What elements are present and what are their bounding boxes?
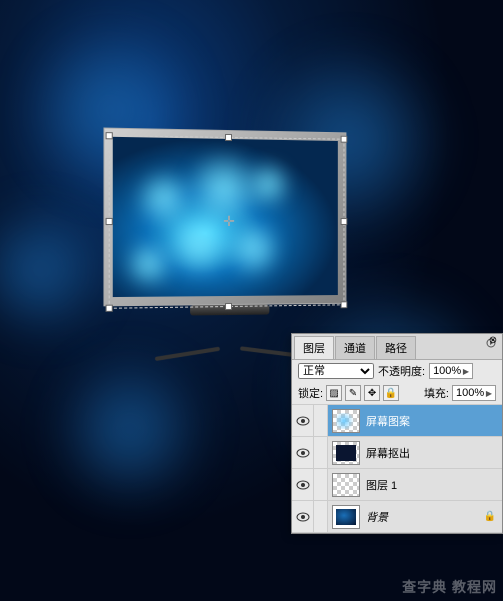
layer-row[interactable]: 屏幕图案 bbox=[292, 405, 502, 437]
tab-channels[interactable]: 通道 bbox=[335, 336, 375, 359]
monitor-graphic bbox=[103, 127, 351, 362]
layer-thumbnail[interactable] bbox=[332, 441, 360, 465]
visibility-eye-icon[interactable] bbox=[296, 448, 310, 458]
layer-name[interactable]: 屏幕抠出 bbox=[364, 445, 502, 461]
visibility-eye-icon[interactable] bbox=[296, 416, 310, 426]
layer-thumbnail[interactable] bbox=[332, 505, 360, 529]
chevron-right-icon[interactable]: ▶ bbox=[463, 367, 469, 376]
opacity-input[interactable]: 100%▶ bbox=[429, 363, 473, 379]
layer-row[interactable]: 背景 🔒 bbox=[292, 501, 502, 533]
tab-layers[interactable]: 图层 bbox=[294, 336, 334, 359]
layers-list: 屏幕图案 屏幕抠出 图层 1 背景 🔒 bbox=[292, 405, 502, 533]
layer-name[interactable]: 背景 bbox=[364, 509, 484, 525]
lock-position-icon[interactable]: ✥ bbox=[364, 385, 380, 401]
visibility-eye-icon[interactable] bbox=[296, 512, 310, 522]
chevron-right-icon[interactable]: ▶ bbox=[486, 389, 492, 398]
lock-all-icon[interactable]: 🔒 bbox=[383, 385, 399, 401]
fill-input[interactable]: 100%▶ bbox=[452, 385, 496, 401]
layer-row[interactable]: 屏幕抠出 bbox=[292, 437, 502, 469]
layer-name[interactable]: 屏幕图案 bbox=[364, 413, 502, 429]
fill-label: 填充: bbox=[424, 385, 449, 401]
blend-mode-select[interactable]: 正常 bbox=[298, 363, 374, 379]
layer-thumbnail[interactable] bbox=[332, 473, 360, 497]
lock-icon: 🔒 bbox=[484, 511, 496, 522]
layer-row[interactable]: 图层 1 bbox=[292, 469, 502, 501]
lock-pixels-icon[interactable]: ✎ bbox=[345, 385, 361, 401]
visibility-eye-icon[interactable] bbox=[296, 480, 310, 490]
close-icon[interactable]: ⊗ bbox=[486, 335, 500, 349]
panel-tabs: 图层 通道 路径 bbox=[292, 334, 502, 360]
tab-paths[interactable]: 路径 bbox=[376, 336, 416, 359]
layers-panel: ⊗ 图层 通道 路径 正常 不透明度: 100%▶ 锁定: ▨ ✎ ✥ 🔒 填充… bbox=[291, 333, 503, 534]
lock-transparency-icon[interactable]: ▨ bbox=[326, 385, 342, 401]
opacity-label: 不透明度: bbox=[378, 363, 425, 379]
lock-label: 锁定: bbox=[298, 385, 323, 401]
layer-thumbnail[interactable] bbox=[332, 409, 360, 433]
watermark-text: 查字典 教程网 bbox=[402, 577, 497, 597]
layer-name[interactable]: 图层 1 bbox=[364, 477, 502, 493]
